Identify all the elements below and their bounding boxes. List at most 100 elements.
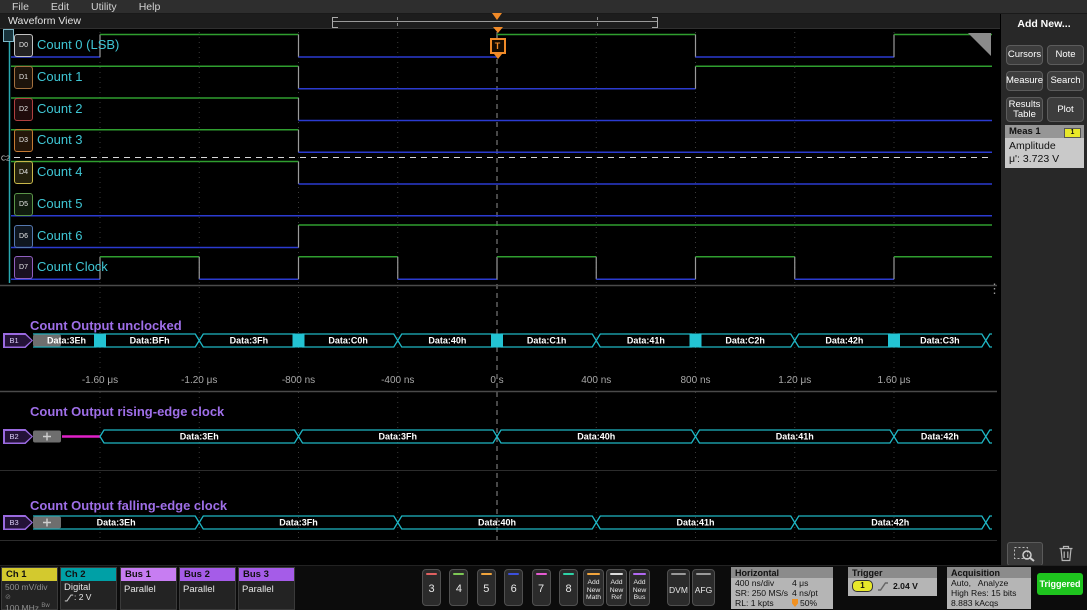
afg-button[interactable]: AFG xyxy=(692,569,715,606)
digital-channel-badge-D0[interactable]: D0 xyxy=(14,34,33,57)
channel-button-6[interactable]: 6 xyxy=(504,569,523,606)
bus-type: Parallel xyxy=(183,583,232,595)
digital-channel-label-D2[interactable]: Count 2 xyxy=(37,101,83,116)
digital-channel-label-D0[interactable]: Count 0 (LSB) xyxy=(37,37,119,52)
channel-button-8[interactable]: 8 xyxy=(559,569,578,606)
digital-channel-label-D1[interactable]: Count 1 xyxy=(37,69,83,84)
channel-badge-body: Digital : 2 V xyxy=(61,581,116,605)
bus-badge-B2[interactable]: B2 xyxy=(3,429,33,444)
timeline-label: 400 ns xyxy=(561,375,631,386)
channel-button-7[interactable]: 7 xyxy=(532,569,551,606)
acquisition-panel[interactable]: AcquisitionAuto, AnalyzeHigh Res: 15 bit… xyxy=(947,567,1031,609)
digital-channel-badge-D5[interactable]: D5 xyxy=(14,193,33,216)
bottom-bar: Ch 1 500 mV/div ⊘ 100 MHz BwCh 2 Digital… xyxy=(0,565,1087,610)
trigger-position-marker-icon[interactable] xyxy=(492,13,502,25)
ref-point-icon xyxy=(792,599,798,607)
tab-waveform-view[interactable]: Waveform View xyxy=(8,15,81,27)
oscilloscope-app: FileEditUtilityHelp Waveform View C2Data… xyxy=(0,0,1087,610)
channel-color-strip xyxy=(426,573,437,575)
horizontal-row: SR: 250 MS/s 4 ns/pt xyxy=(731,588,833,598)
menu-item-edit[interactable]: Edit xyxy=(51,1,69,13)
digital-channel-label-D6[interactable]: Count 6 xyxy=(37,228,83,243)
timeline-label: 1.20 μs xyxy=(760,375,830,386)
add-button-color-strip xyxy=(610,573,623,575)
horizontal-panel-title: Horizontal xyxy=(731,567,833,578)
threshold-readout: : 2 V xyxy=(64,593,113,603)
digital-channel-label-D3[interactable]: Count 3 xyxy=(37,132,83,147)
probe-comp-icon: ⊘ xyxy=(5,593,54,603)
dvm-button[interactable]: DVM xyxy=(667,569,690,606)
add-new-results-table-button[interactable]: Results Table xyxy=(1006,97,1043,122)
add-new-plot-button[interactable]: Plot xyxy=(1047,97,1084,122)
channel-color-strip xyxy=(508,573,519,575)
menu-item-utility[interactable]: Utility xyxy=(91,1,117,13)
trigger-flag-T: T xyxy=(490,38,506,54)
bus-waveform-B3[interactable]: Data:3EhData:3FhData:40hData:41hData:42h xyxy=(33,516,992,529)
bus-waveform-B2[interactable]: Data:3EhData:3FhData:40hData:41hData:42h xyxy=(33,430,992,443)
trigger-settings-row: 1 2.04 V xyxy=(848,578,937,592)
acquisition-row: High Res: 15 bits xyxy=(947,588,1031,598)
trash-button[interactable] xyxy=(1053,543,1079,564)
trigger-panel[interactable]: Trigger 1 2.04 V xyxy=(848,567,937,596)
digital-channel-badge-D2[interactable]: D2 xyxy=(14,98,33,121)
svg-text:Data:3Fh: Data:3Fh xyxy=(279,518,318,528)
digital-group-handle[interactable] xyxy=(3,29,14,42)
timeline-label: -1.20 μs xyxy=(164,375,234,386)
add-new-cursors-button[interactable]: Cursors xyxy=(1006,45,1043,65)
measurement-card-meas1[interactable]: Meas 1 1 Amplitude μ': 3.723 V xyxy=(1005,125,1084,168)
measurement-type: Amplitude xyxy=(1009,140,1080,153)
channel-badge-ch1[interactable]: Ch 1 500 mV/div ⊘ 100 MHz Bw xyxy=(1,567,58,610)
channel-color-strip xyxy=(563,573,574,575)
vdiv-readout: 500 mV/div xyxy=(5,583,54,593)
waveform-plot[interactable]: C2Data:3EhData:BFhData:3FhData:C0hData:4… xyxy=(0,28,998,565)
add-new-bus-button[interactable]: AddNewBus xyxy=(629,569,650,606)
svg-text:Data:41h: Data:41h xyxy=(627,336,665,346)
add-new-math-button[interactable]: AddNewMath xyxy=(583,569,604,606)
digital-waveforms[interactable] xyxy=(11,35,992,280)
channel-button-5[interactable]: 5 xyxy=(477,569,496,606)
trigger-panel-title: Trigger xyxy=(848,567,937,578)
digital-channel-badge-D1[interactable]: D1 xyxy=(14,66,33,89)
bus-type: Parallel xyxy=(124,583,173,595)
channel-button-4[interactable]: 4 xyxy=(449,569,468,606)
channel-badge-ch2[interactable]: Ch 2 Digital : 2 V xyxy=(60,567,117,610)
digital-channel-label-D5[interactable]: Count 5 xyxy=(37,196,83,211)
channel-badge-bus1[interactable]: Bus 1 Parallel xyxy=(120,567,177,610)
add-new-measure-button[interactable]: Measure xyxy=(1006,71,1043,91)
channel-badge-bus2[interactable]: Bus 2 Parallel xyxy=(179,567,236,610)
digital-channel-label-D4[interactable]: Count 4 xyxy=(37,164,83,179)
bus-title-B2[interactable]: Count Output rising-edge clock xyxy=(30,404,224,419)
bus-title-B3[interactable]: Count Output falling-edge clock xyxy=(30,498,227,513)
bus-title-B1[interactable]: Count Output unclocked xyxy=(30,318,182,333)
add-new-note-button[interactable]: Note xyxy=(1047,45,1084,65)
digital-channel-badge-D7[interactable]: D7 xyxy=(14,256,33,279)
channel-color-strip xyxy=(453,573,464,575)
svg-text:Data:3Fh: Data:3Fh xyxy=(378,432,417,442)
menu-item-file[interactable]: File xyxy=(12,1,29,13)
trigger-flag-arrow-icon xyxy=(493,27,503,38)
trigger-status-button[interactable]: Triggered xyxy=(1037,573,1083,595)
digital-channel-badge-D4[interactable]: D4 xyxy=(14,161,33,184)
digital-channel-label-D7[interactable]: Count Clock xyxy=(37,259,108,274)
digital-channel-badge-D3[interactable]: D3 xyxy=(14,129,33,152)
digital-channel-badge-D6[interactable]: D6 xyxy=(14,225,33,248)
add-button-color-strip xyxy=(633,573,646,575)
bus-waveform-B1[interactable]: Data:3EhData:BFhData:3FhData:C0hData:40h… xyxy=(33,334,992,348)
horizontal-panel[interactable]: Horizontal 400 ns/div 4 μs SR: 250 MS/s … xyxy=(731,567,833,609)
measurement-value: μ': 3.723 V xyxy=(1009,153,1080,166)
add-new-ref-button[interactable]: AddNewRef xyxy=(606,569,627,606)
bus-badge-B3[interactable]: B3 xyxy=(3,515,33,530)
menu-item-help[interactable]: Help xyxy=(139,1,161,13)
svg-text:Data:3Eh: Data:3Eh xyxy=(47,336,86,346)
bus-badge-B1[interactable]: B1 xyxy=(3,333,33,348)
svg-text:Data:41h: Data:41h xyxy=(776,432,814,442)
corner-tool-triangle[interactable] xyxy=(968,33,991,56)
trigger-indicator-flag[interactable]: T xyxy=(489,27,506,63)
add-new-search-button[interactable]: Search xyxy=(1047,71,1084,91)
channel-button-3[interactable]: 3 xyxy=(422,569,441,606)
svg-text:Data:C0h: Data:C0h xyxy=(328,336,368,346)
channel-badge-bus3[interactable]: Bus 3 Parallel xyxy=(238,567,295,610)
channel-badge-body: Parallel xyxy=(180,581,235,597)
timeline-label: -400 ns xyxy=(363,375,433,386)
zoom-select-button[interactable] xyxy=(1007,542,1043,566)
